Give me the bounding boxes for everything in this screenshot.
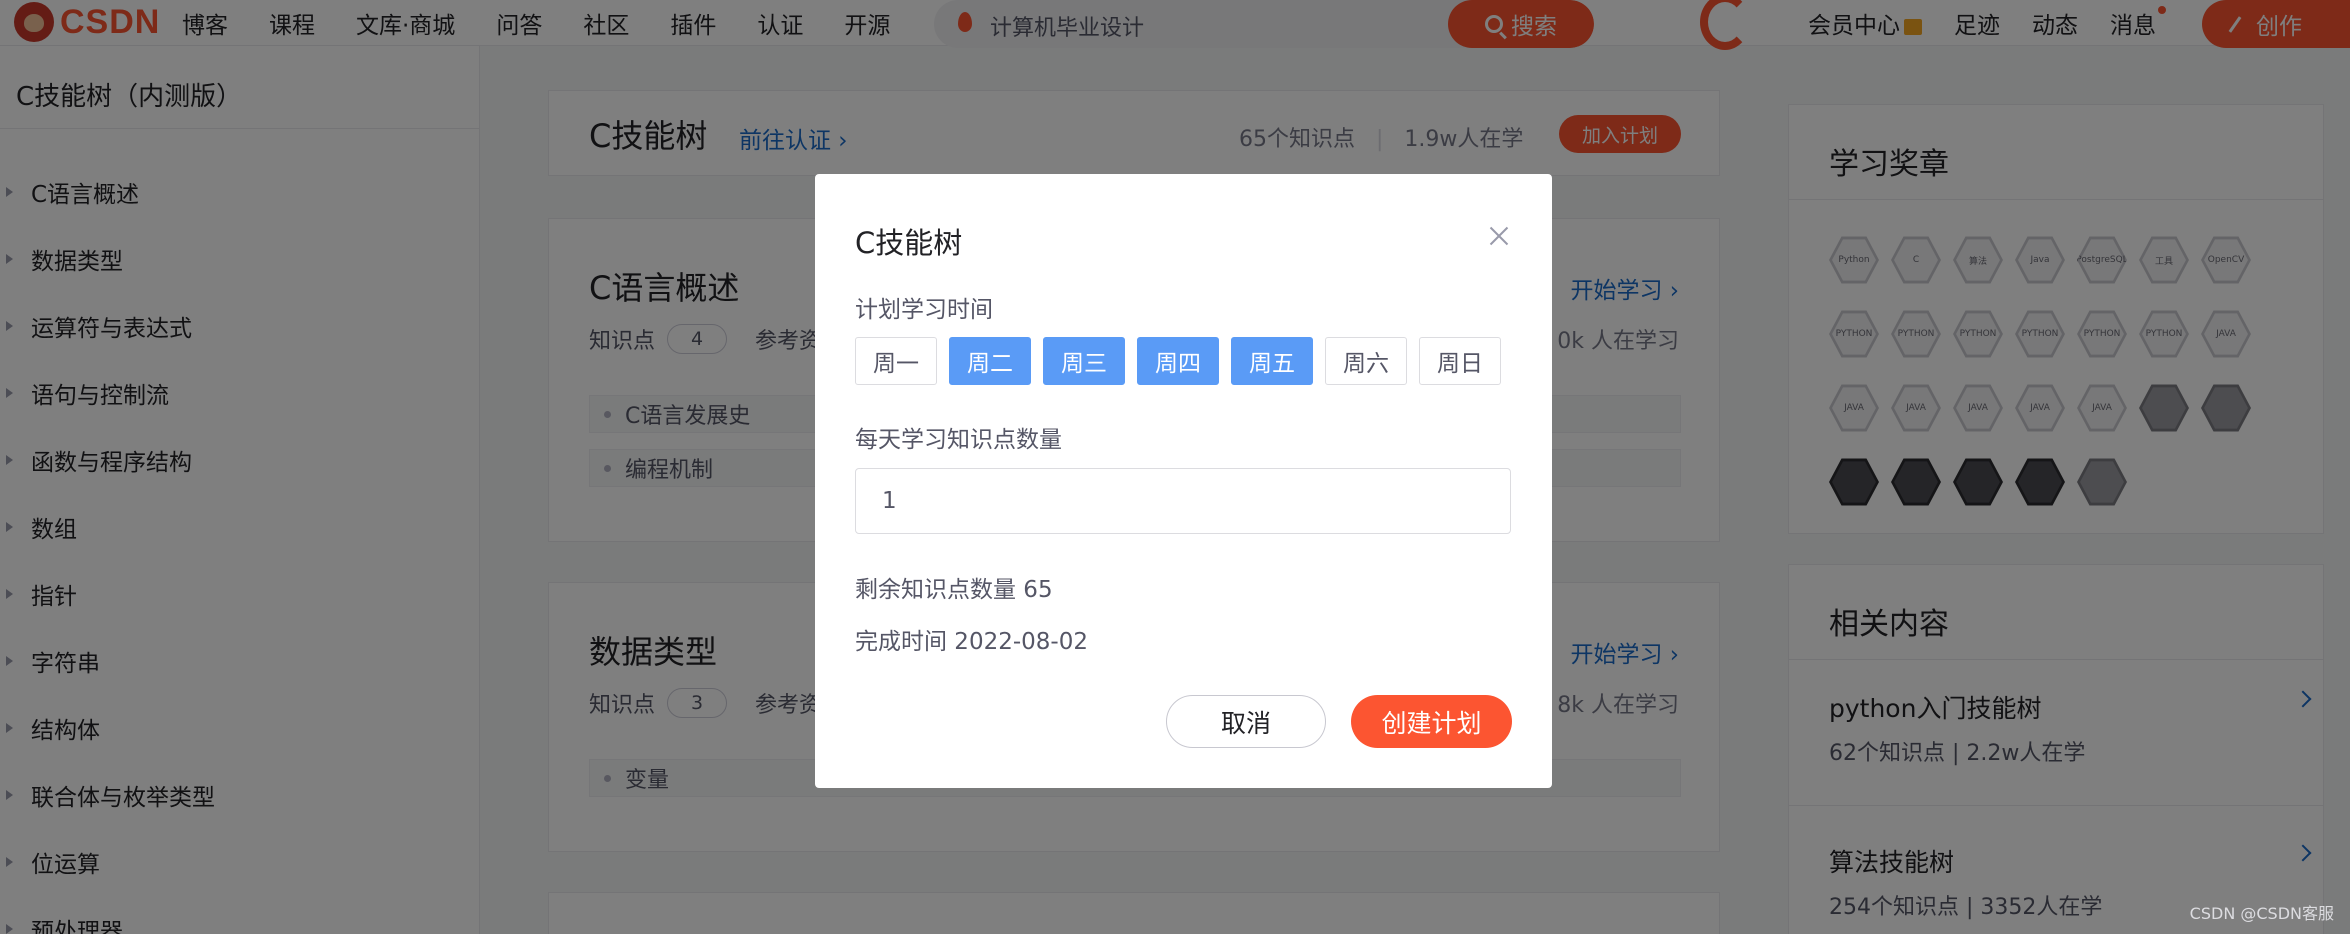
remaining-count: 剩余知识点数量 65 [855,577,1053,603]
create-plan-dialog: C技能树 计划学习时间 周一周二周三周四周五周六周日 每天学习知识点数量 剩余知… [815,174,1552,788]
weekday-option[interactable]: 周日 [1419,337,1501,385]
weekday-option[interactable]: 周四 [1137,337,1219,385]
cancel-button[interactable]: 取消 [1166,695,1326,748]
dialog-title: C技能树 [855,226,963,260]
weekday-option[interactable]: 周一 [855,337,937,385]
plan-time-label: 计划学习时间 [855,297,993,323]
daily-count-label: 每天学习知识点数量 [855,427,1062,453]
finish-time: 完成时间 2022-08-02 [855,629,1088,655]
watermark: CSDN @CSDN客服 [2189,904,2334,923]
weekday-option[interactable]: 周二 [949,337,1031,385]
weekday-selector: 周一 周二 周三 周四 周五 周六 周日 [855,337,1513,385]
weekday-option[interactable]: 周五 [1231,337,1313,385]
weekday-option[interactable]: 周三 [1043,337,1125,385]
weekday-option[interactable]: 周六 [1325,337,1407,385]
close-icon[interactable] [1489,226,1509,246]
daily-count-input[interactable] [855,468,1511,534]
create-plan-button[interactable]: 创建计划 [1351,695,1512,748]
